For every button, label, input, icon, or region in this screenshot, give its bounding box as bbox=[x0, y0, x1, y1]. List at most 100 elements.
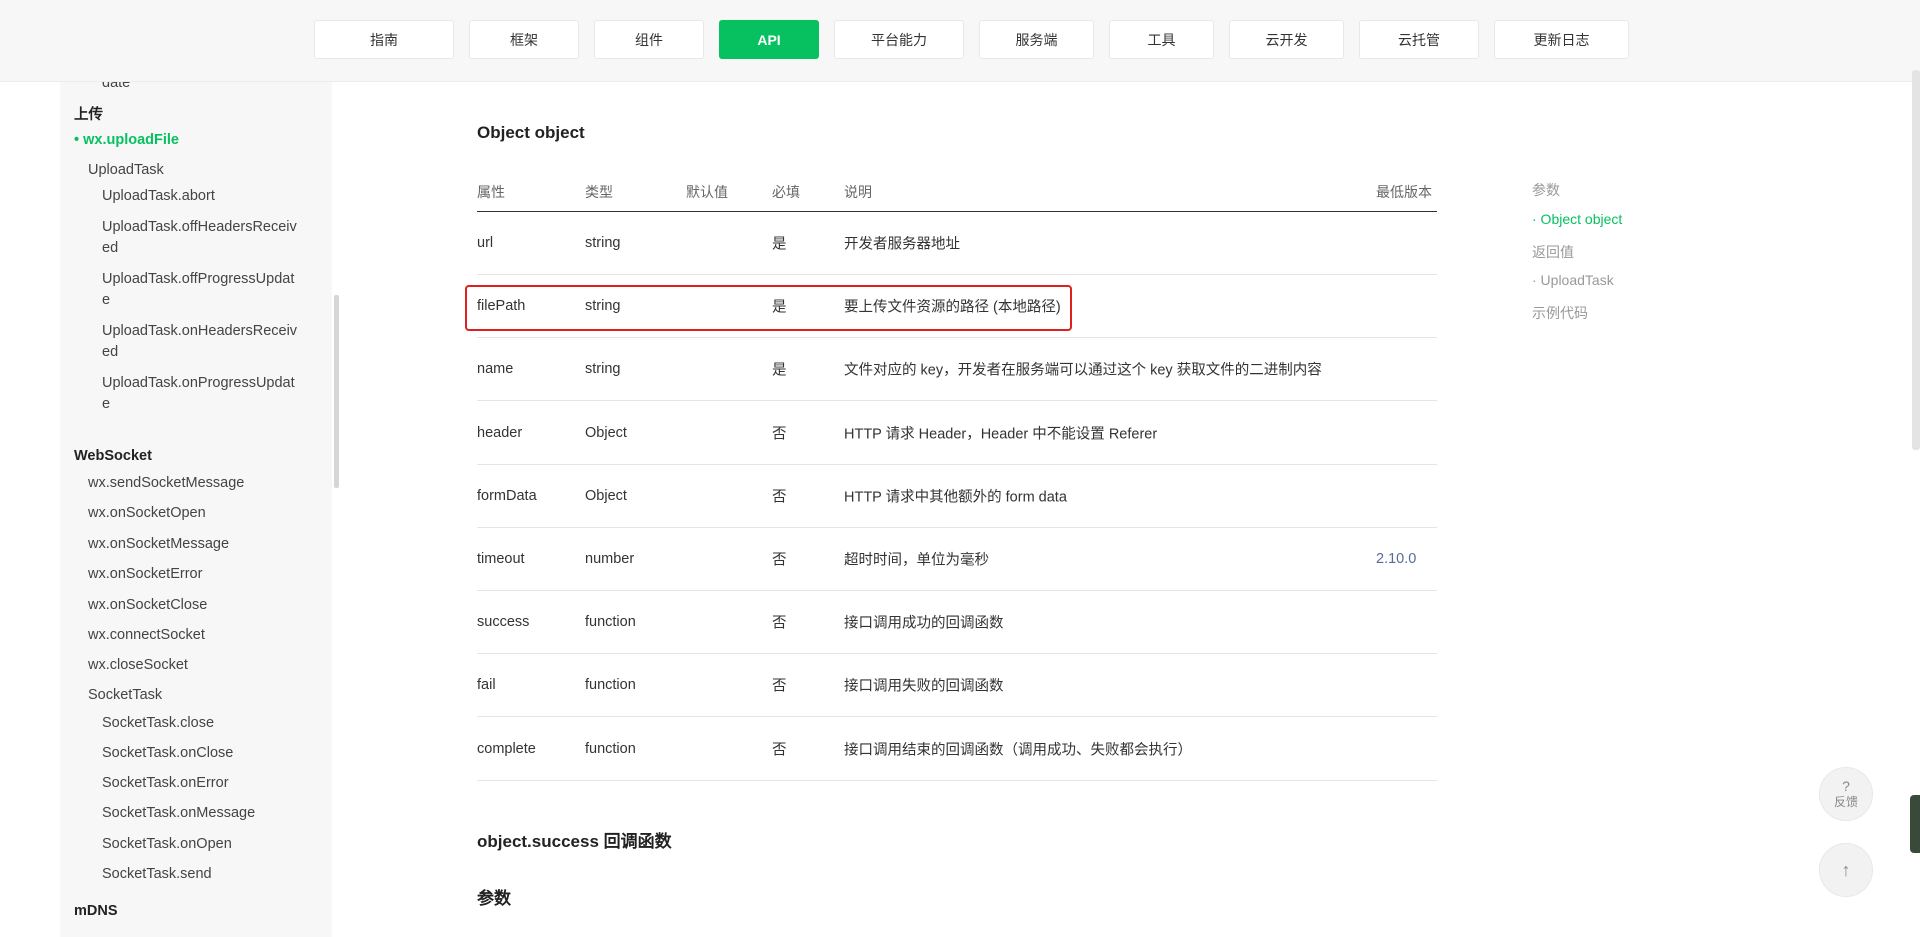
sidebar-item[interactable]: • wx.uploadFile bbox=[74, 129, 179, 151]
cell-required: 否 bbox=[772, 489, 787, 506]
table-row: url string 是 开发者服务器地址 bbox=[477, 212, 1437, 275]
edge-widget[interactable] bbox=[1910, 795, 1920, 853]
sidebar-scrollbar[interactable] bbox=[334, 295, 339, 488]
sidebar-item[interactable]: ed bbox=[102, 237, 118, 259]
sidebar-item[interactable]: wx.closeSocket bbox=[88, 654, 188, 676]
cell-desc: 开发者服务器地址 bbox=[844, 236, 960, 253]
tab-1[interactable]: 框架 bbox=[469, 20, 579, 59]
table-row: timeout number 否 超时时间，单位为毫秒 2.10.0 bbox=[477, 528, 1437, 591]
tab-5[interactable]: 服务端 bbox=[979, 20, 1094, 59]
sidebar: date 上传 • wx.uploadFile UploadTask UploadTas… bbox=[60, 82, 332, 937]
help-icon: ? bbox=[1842, 777, 1850, 794]
cell-version: 2.10.0 bbox=[1376, 551, 1417, 567]
filepath-highlight-box bbox=[465, 285, 1072, 331]
cell-required: 否 bbox=[772, 678, 787, 695]
back-to-top-button[interactable]: ↑ bbox=[1819, 843, 1873, 897]
sidebar-item[interactable]: ed bbox=[102, 341, 118, 363]
sidebar-item[interactable]: SocketTask.onOpen bbox=[102, 833, 232, 855]
table-header-cell: 类型 bbox=[585, 184, 613, 200]
table-row: success function 否 接口调用成功的回调函数 bbox=[477, 591, 1437, 655]
table-row: fail function 否 接口调用失败的回调函数 bbox=[477, 654, 1437, 718]
table-row: complete function 否 接口调用结束的回调函数（调用成功、失败都会执行… bbox=[477, 718, 1437, 781]
toc-item[interactable]: 返回值 bbox=[1532, 242, 1574, 262]
sidebar-item[interactable]: wx.onSocketMessage bbox=[88, 533, 229, 555]
sidebar-item[interactable]: wx.connectSocket bbox=[88, 624, 205, 646]
sidebar-group: 上传 bbox=[74, 107, 103, 123]
sidebar-item[interactable]: e bbox=[102, 289, 110, 311]
params-title: 参数 bbox=[477, 889, 511, 908]
sidebar-group: mDNS bbox=[74, 903, 118, 919]
sidebar-item[interactable]: SocketTask.onClose bbox=[102, 742, 233, 764]
sidebar-item[interactable]: SocketTask bbox=[88, 684, 162, 706]
cell-type: Object bbox=[585, 487, 627, 504]
sidebar-item[interactable]: SocketTask.onMessage bbox=[102, 802, 255, 824]
sidebar-item[interactable]: UploadTask.onProgressUpdat bbox=[102, 372, 295, 394]
feedback-label: 反馈 bbox=[1833, 794, 1858, 809]
cell-type: function bbox=[585, 677, 636, 694]
cell-desc: 接口调用结束的回调函数（调用成功、失败都会执行） bbox=[844, 742, 1192, 759]
cell-name: header bbox=[477, 424, 523, 441]
sidebar-item[interactable]: wx.onSocketOpen bbox=[88, 502, 206, 524]
sidebar-item[interactable]: date bbox=[102, 82, 130, 94]
tab-2[interactable]: 组件 bbox=[594, 20, 704, 59]
sidebar-item[interactable]: wx.onSocketClose bbox=[88, 594, 207, 616]
cell-desc: 接口调用成功的回调函数 bbox=[844, 615, 1004, 632]
table-header-cell: 必填 bbox=[772, 184, 800, 200]
sidebar-item[interactable]: wx.onSocketError bbox=[88, 563, 202, 585]
tab-7[interactable]: 云开发 bbox=[1229, 20, 1344, 59]
cell-type: function bbox=[585, 614, 636, 631]
sidebar-item[interactable]: SocketTask.onError bbox=[102, 772, 229, 794]
sidebar-item[interactable]: UploadTask.offHeadersReceiv bbox=[102, 216, 297, 238]
cell-desc: HTTP 请求中其他额外的 form data bbox=[844, 489, 1067, 506]
tab-3[interactable]: API bbox=[719, 20, 819, 59]
table-row: formData Object 否 HTTP 请求中其他额外的 form data bbox=[477, 465, 1437, 528]
sidebar-item[interactable]: SocketTask.send bbox=[102, 863, 212, 885]
section-title: Object object bbox=[477, 123, 585, 142]
table-header-cell: 最低版本 bbox=[1376, 184, 1432, 200]
sidebar-item[interactable]: UploadTask.abort bbox=[102, 185, 215, 207]
cell-name: name bbox=[477, 361, 514, 378]
toc-item[interactable]: · Object object bbox=[1532, 211, 1622, 227]
feedback-button[interactable]: ? 反馈 bbox=[1819, 767, 1873, 821]
page-scrollbar[interactable] bbox=[1912, 70, 1920, 450]
sidebar-item[interactable]: wx.sendSocketMessage bbox=[88, 472, 244, 494]
tab-4[interactable]: 平台能力 bbox=[834, 20, 964, 59]
table-header-cell: 属性 bbox=[477, 184, 505, 200]
cell-name: complete bbox=[477, 740, 536, 757]
tab-6[interactable]: 工具 bbox=[1109, 20, 1214, 59]
cell-type: string bbox=[585, 361, 621, 378]
cell-type: function bbox=[585, 740, 636, 757]
cell-desc: 文件对应的 key，开发者在服务端可以通过这个 key 获取文件的二进制内容 bbox=[844, 362, 1322, 379]
cell-required: 是 bbox=[772, 236, 787, 253]
sidebar-item[interactable]: UploadTask.onHeadersReceiv bbox=[102, 320, 297, 342]
cell-name: success bbox=[477, 614, 530, 631]
cell-name: formData bbox=[477, 487, 537, 504]
tab-8[interactable]: 云托管 bbox=[1359, 20, 1479, 59]
sidebar-item[interactable]: e bbox=[102, 393, 110, 415]
sidebar-item[interactable]: UploadTask.offProgressUpdat bbox=[102, 268, 294, 290]
table-header-cell: 默认值 bbox=[686, 184, 728, 200]
cell-name: url bbox=[477, 235, 494, 251]
cell-required: 否 bbox=[772, 615, 787, 632]
cell-desc: 接口调用失败的回调函数 bbox=[844, 678, 1004, 695]
table-header: 属性 类型 默认值 必填 说明 最低版本 bbox=[477, 180, 1437, 212]
cell-required: 否 bbox=[772, 742, 787, 759]
sidebar-item[interactable]: UploadTask bbox=[88, 159, 164, 181]
cell-required: 否 bbox=[772, 552, 787, 569]
sidebar-item[interactable]: SocketTask.close bbox=[102, 712, 214, 734]
top-bar: 指南 框架 组件 API 平台能力 服务端 工具 云开发 云托管 更新日志 bbox=[0, 0, 1920, 82]
toc-item[interactable]: 参数 bbox=[1532, 180, 1560, 200]
table-header-cell: 说明 bbox=[844, 184, 872, 200]
cell-required: 否 bbox=[772, 426, 787, 443]
tab-0[interactable]: 指南 bbox=[314, 20, 454, 59]
tab-9[interactable]: 更新日志 bbox=[1494, 20, 1629, 59]
arrow-up-icon: ↑ bbox=[1841, 859, 1851, 880]
toc-item[interactable]: · UploadTask bbox=[1532, 272, 1614, 288]
success-callback-title: object.success 回调函数 bbox=[477, 832, 672, 851]
sidebar-group: WebSocket bbox=[74, 448, 152, 464]
cell-type: string bbox=[585, 235, 621, 251]
cell-desc: HTTP 请求 Header，Header 中不能设置 Referer bbox=[844, 426, 1158, 443]
toc-item[interactable]: 示例代码 bbox=[1532, 303, 1588, 323]
table-row: name string 是 文件对应的 key，开发者在服务端可以通过这个 key 获… bbox=[477, 338, 1437, 402]
cell-required: 是 bbox=[772, 362, 787, 379]
